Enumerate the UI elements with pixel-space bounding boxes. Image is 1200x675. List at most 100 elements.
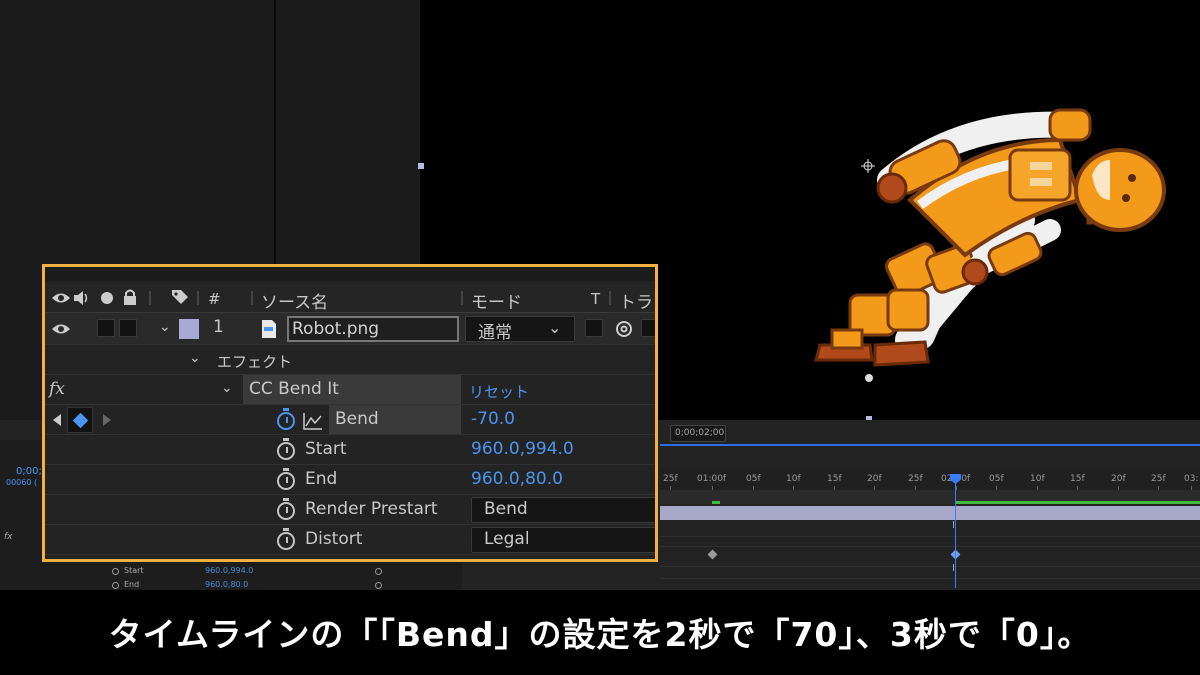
column-track-matte-t[interactable]: T [591, 290, 600, 308]
effect-row[interactable]: fx ⌄ CC Bend It リセット [45, 375, 655, 405]
ruler-tick: 15f [1070, 474, 1085, 491]
graph-icon[interactable] [303, 412, 323, 430]
property-row-bend[interactable]: Bend -70.0 [45, 405, 655, 435]
distort-dropdown[interactable]: Legal [471, 527, 655, 553]
property-row-distort[interactable]: Distort Legal [45, 525, 655, 555]
spiral-link-icon[interactable] [615, 320, 633, 338]
blend-mode-dropdown[interactable]: 通常 ⌄ [465, 316, 575, 343]
link-icon[interactable] [375, 568, 382, 575]
column-number: # [208, 290, 221, 308]
render-prestart-dropdown[interactable]: Bend [471, 497, 655, 523]
timeline-timecode-box[interactable]: 0;00;02;00 [670, 425, 726, 442]
lock-icon[interactable] [123, 289, 137, 305]
chevron-down-icon[interactable]: ⌄ [159, 319, 171, 335]
solo-icon[interactable] [101, 292, 113, 304]
column-separator[interactable] [149, 291, 151, 305]
property-row-render-prestart[interactable]: Render Prestart Bend [45, 495, 655, 525]
track-matte-dropdown[interactable] [641, 319, 655, 337]
add-keyframe-button[interactable] [67, 407, 93, 433]
fx-icon[interactable]: fx [49, 379, 65, 399]
render-indicator [955, 501, 1200, 504]
column-source-name[interactable]: ソース名 [261, 288, 328, 313]
layer-column-header: # ソース名 モード T トラ [45, 283, 655, 313]
layer-row[interactable]: ⌄ 1 Robot.png 通常 ⌄ [45, 313, 655, 345]
link-icon[interactable] [375, 582, 382, 589]
ruler-tick: 25f [663, 474, 678, 491]
property-label: End [305, 469, 338, 489]
label-color-swatch[interactable] [179, 319, 199, 339]
audio-toggle[interactable] [97, 319, 115, 337]
zoomed-timeline-panel: # ソース名 モード T トラ ⌄ 1 Robot.png 通常 ⌄ ⌄ エフェ… [42, 264, 658, 562]
column-separator[interactable] [461, 291, 463, 305]
timeline-row-divider [660, 546, 1200, 547]
effect-name-cell[interactable]: CC Bend It [243, 375, 461, 404]
property-row-end[interactable]: End 960.0,80.0 [45, 465, 655, 495]
timeline-timecode[interactable]: 0;00; [16, 466, 42, 477]
property-name-cell[interactable]: Bend [329, 405, 461, 434]
subtitle-caption: タイムラインの「「Bend」の設定を2秒で「70」、3秒で「0」。 [108, 615, 1092, 654]
keyframe-diamond-icon [72, 412, 89, 429]
ruler-tick: 20f [1111, 474, 1126, 491]
solo-toggle[interactable] [119, 319, 137, 337]
panel-tab-strip [45, 267, 655, 281]
column-separator[interactable] [251, 291, 253, 305]
robot-head [1074, 148, 1166, 232]
ruler-tick: 05f [989, 474, 1004, 491]
effect-reset-link[interactable]: リセット [469, 381, 529, 402]
column-track-matte[interactable]: トラ [619, 288, 653, 313]
panel-divider [274, 0, 276, 265]
stopwatch-icon[interactable] [277, 528, 295, 550]
render-indicator [712, 501, 720, 504]
ruler-tick: 25f [908, 474, 923, 491]
chevron-down-icon[interactable]: ⌄ [221, 380, 233, 396]
start-value[interactable]: 960.0,994.0 [471, 439, 574, 459]
end-value[interactable]: 960.0,80.0 [471, 469, 563, 489]
layer-bound-handle[interactable] [418, 163, 424, 169]
stopwatch-icon[interactable] [277, 408, 295, 430]
eye-icon[interactable] [51, 291, 71, 305]
stopwatch-icon[interactable] [277, 498, 295, 520]
property-label: Render Prestart [305, 499, 438, 519]
layer-number: 1 [213, 317, 224, 337]
bend-start-point [861, 159, 875, 173]
preserve-transparency-toggle[interactable] [585, 319, 603, 337]
timeline-end-label: End [124, 580, 140, 589]
time-ruler[interactable]: 25f 01:00f 05f 10f 15f 20f 25f 02:00f 05… [660, 468, 1200, 491]
label-tag-icon[interactable] [171, 289, 189, 305]
ruler-tick: 15f [827, 474, 842, 491]
bend-end-point [865, 374, 873, 382]
stopwatch-icon[interactable] [277, 438, 295, 460]
layer-name-field[interactable]: Robot.png [287, 316, 459, 342]
speaker-icon[interactable] [73, 290, 91, 306]
ruler-tick: 05f [746, 474, 761, 491]
stopwatch-icon[interactable] [112, 568, 119, 575]
chevron-down-icon: ⌄ [548, 318, 562, 337]
property-label: Distort [305, 529, 363, 549]
column-separator[interactable] [609, 291, 611, 305]
effects-group-row[interactable]: ⌄ エフェクト [45, 345, 655, 375]
prev-keyframe-arrow-icon[interactable] [53, 414, 61, 426]
ruler-tick: 10f [1030, 474, 1045, 491]
timeline-fx-label: fx [4, 532, 13, 542]
timeline-end-value[interactable]: 960.0,80.0 [205, 580, 248, 589]
column-mode[interactable]: モード [471, 288, 522, 313]
stopwatch-icon[interactable] [277, 468, 295, 490]
stopwatch-icon[interactable] [112, 582, 119, 589]
property-row-start[interactable]: Start 960.0,994.0 [45, 435, 655, 465]
timeline-start-value[interactable]: 960.0,994.0 [205, 566, 253, 575]
effect-name: CC Bend It [249, 379, 339, 399]
eye-icon[interactable] [51, 322, 71, 336]
ibeam-marker: I [952, 563, 955, 574]
bend-value[interactable]: -70.0 [471, 409, 515, 429]
timeline-row-divider [660, 578, 1200, 579]
property-label: Start [305, 439, 347, 459]
column-separator[interactable] [197, 291, 199, 305]
layer-duration-bar[interactable] [660, 506, 1200, 520]
playhead-line[interactable] [955, 476, 956, 588]
timeline-blue-line [660, 444, 1200, 446]
ruler-tick: 10f [786, 474, 801, 491]
next-keyframe-arrow-icon[interactable] [103, 414, 111, 426]
timeline-row-divider [660, 566, 1200, 567]
chevron-down-icon[interactable]: ⌄ [189, 350, 201, 366]
ruler-tick: 25f [1151, 474, 1166, 491]
